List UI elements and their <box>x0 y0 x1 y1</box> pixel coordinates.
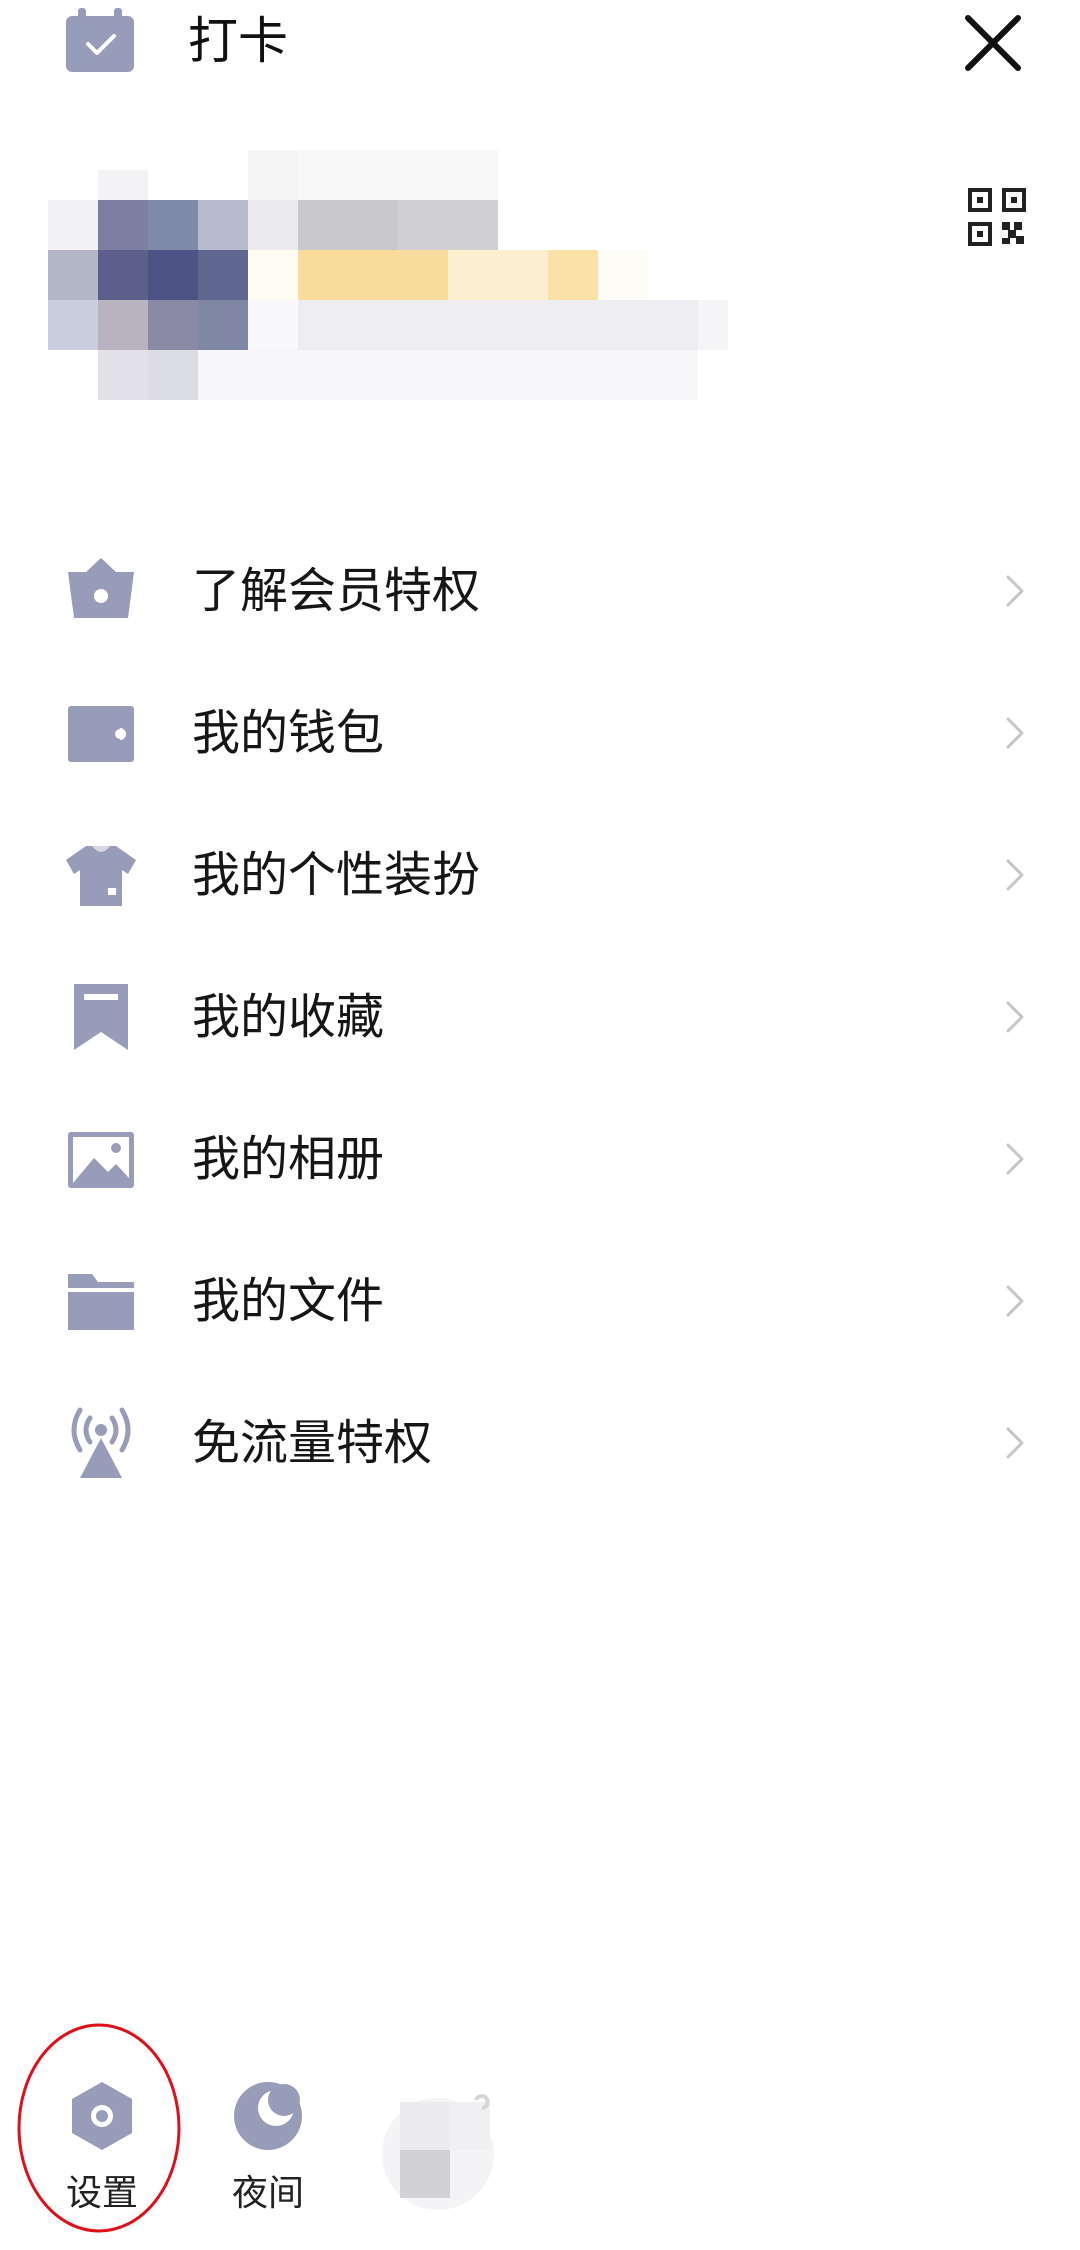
chevron-right-icon <box>1006 717 1024 749</box>
menu-item-label: 我的相册 <box>192 1131 385 1187</box>
chevron-right-icon <box>1006 1001 1024 1033</box>
menu-item-label: 我的文件 <box>192 1273 385 1329</box>
menu-item-label: 免流量特权 <box>192 1415 433 1471</box>
menu-item-album[interactable]: 我的相册 <box>0 1088 1080 1230</box>
menu-item-personal-dressup[interactable]: 我的个性装扮 <box>0 804 1080 946</box>
menu-item-favorites[interactable]: 我的收藏 <box>0 946 1080 1088</box>
chevron-right-icon <box>1006 575 1024 607</box>
checkin-button[interactable]: 打卡 <box>64 8 288 74</box>
night-mode-button[interactable]: 夜间 <box>208 2080 328 2216</box>
menu-item-label: 我的钱包 <box>192 705 385 761</box>
signal-tower-icon <box>71 1407 131 1478</box>
wallet-icon <box>68 706 134 762</box>
moon-icon <box>234 2082 302 2150</box>
menu-item-vip-privileges[interactable]: 了解会员特权 <box>0 520 1080 662</box>
menu-item-label: 我的个性装扮 <box>192 847 481 903</box>
menu-item-free-data[interactable]: 免流量特权 <box>0 1372 1080 1514</box>
chevron-right-icon <box>1006 1143 1024 1175</box>
qr-code-icon[interactable] <box>968 188 1026 246</box>
profile-card[interactable] <box>48 150 728 410</box>
drawer-menu: 了解会员特权 我的钱包 我的个性装扮 我的收藏 我的相册 我的文件 免流量特权 <box>0 520 1080 1514</box>
crown-basket-icon <box>68 558 134 618</box>
menu-item-label: 我的收藏 <box>192 989 385 1045</box>
chevron-right-icon <box>1006 1427 1024 1459</box>
checkin-label: 打卡 <box>188 12 288 70</box>
tshirt-icon <box>66 846 136 906</box>
highlight-annotation <box>17 2023 181 2233</box>
calendar-check-icon <box>66 8 134 72</box>
chevron-right-icon <box>1006 859 1024 891</box>
image-icon <box>68 1132 134 1188</box>
blurred-weather-widget[interactable] <box>372 2090 504 2210</box>
night-label: 夜间 <box>231 2173 304 2214</box>
bookmark-icon <box>74 984 128 1050</box>
drawer-header: 打卡 <box>0 0 1080 100</box>
menu-item-files[interactable]: 我的文件 <box>0 1230 1080 1372</box>
folder-icon <box>68 1274 134 1330</box>
chevron-right-icon <box>1006 1285 1024 1317</box>
menu-item-label: 了解会员特权 <box>192 563 481 619</box>
blurred-avatar <box>48 150 728 400</box>
menu-item-wallet[interactable]: 我的钱包 <box>0 662 1080 804</box>
close-icon[interactable] <box>962 12 1024 74</box>
side-drawer: 打卡 了解会员特权 我的钱包 我的个性装扮 我的收藏 我的相册 我的文件 免流量… <box>0 0 1080 2250</box>
